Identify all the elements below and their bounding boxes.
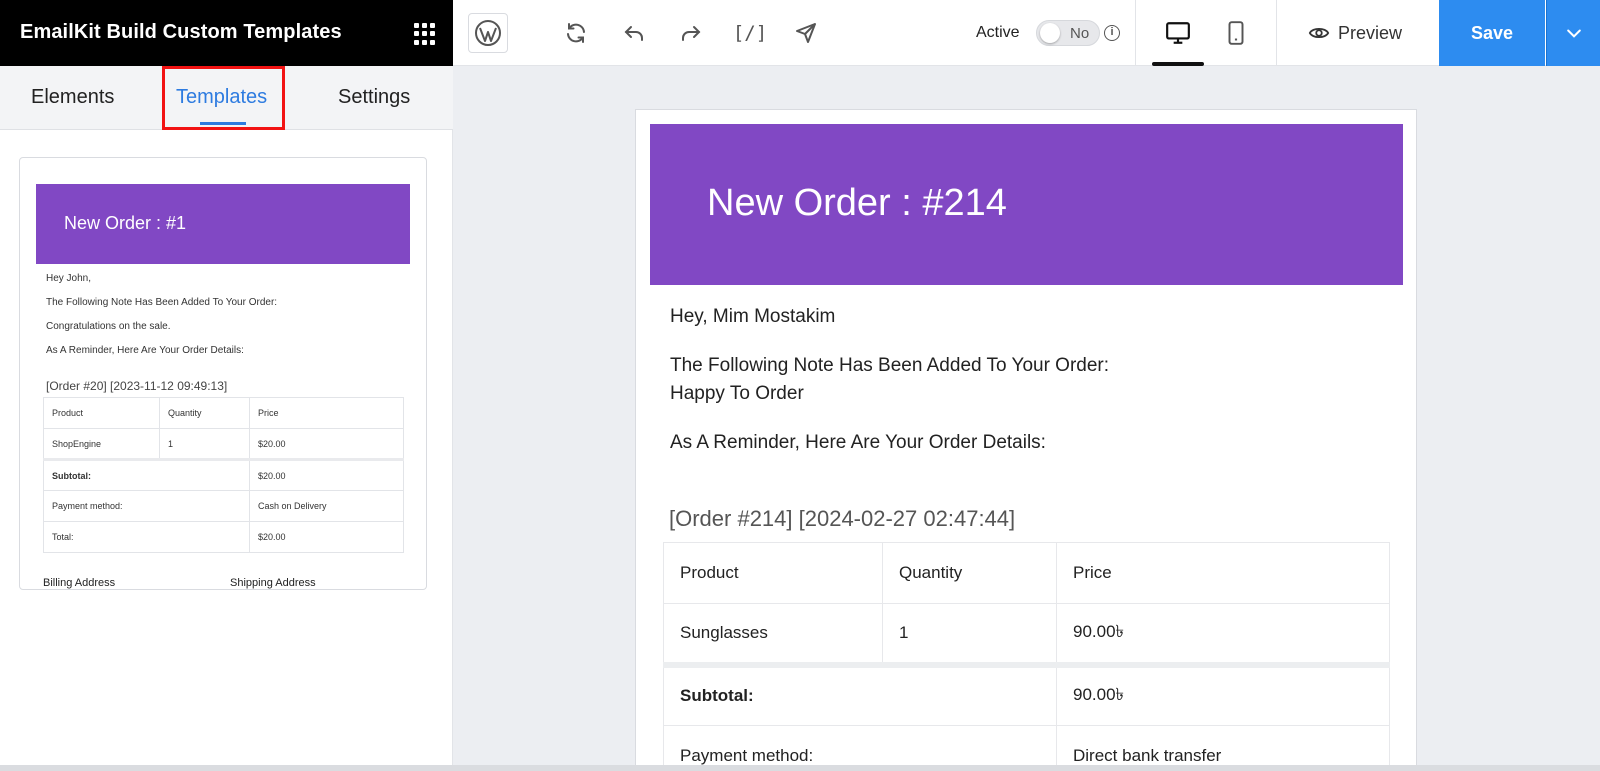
active-label: Active (976, 24, 1020, 41)
table-row: Product Quantity Price (43, 397, 404, 429)
email-title: New Order : #214 (707, 182, 1007, 224)
table-row: Total: $20.00 (43, 521, 404, 553)
template-card[interactable]: New Order : #1 Hey John, The Following N… (19, 157, 427, 590)
table-cell: $20.00 (249, 458, 404, 491)
table-cell: Subtotal: (663, 661, 1057, 726)
info-icon[interactable]: i (1104, 25, 1120, 41)
redo-button[interactable] (677, 19, 705, 47)
send-test-button[interactable] (792, 19, 820, 47)
top-toolbar: EmailKit Build Custom Templates [/] Acti… (0, 0, 1600, 66)
email-greeting: Hey, Mim Mostakim (670, 306, 836, 327)
email-reminder: As A Reminder, Here Are Your Order Detai… (670, 432, 1046, 453)
template-reminder: As A Reminder, Here Are Your Order Detai… (46, 345, 244, 356)
table-cell: Total: (43, 521, 250, 553)
table-cell: Subtotal: (43, 458, 250, 491)
table-row: Subtotal: 90.00৳ (663, 661, 1390, 726)
email-note: Happy To Order (670, 383, 804, 404)
divider (1276, 0, 1277, 66)
table-cell: 90.00৳ (1056, 661, 1390, 726)
email-note-intro: The Following Note Has Been Added To You… (670, 355, 1110, 376)
brand-bar: EmailKit Build Custom Templates (0, 0, 453, 66)
save-button[interactable]: Save (1439, 0, 1545, 66)
table-row: Sunglasses 1 90.00৳ (663, 603, 1390, 665)
email-order-line: [Order #214] [2024-02-27 02:47:44] (669, 506, 1016, 531)
table-header-cell: Quantity (882, 542, 1057, 604)
table-cell: 1 (159, 428, 250, 460)
wordpress-icon (475, 20, 501, 46)
table-header-cell: Product (663, 542, 883, 604)
code-button[interactable]: [/] (730, 19, 770, 47)
table-header-cell: Price (249, 397, 404, 429)
table-row: Product Quantity Price (663, 542, 1390, 604)
email-preview[interactable]: New Order : #214 Hey, Mim Mostakim The F… (635, 109, 1417, 771)
mobile-view-button[interactable] (1219, 16, 1253, 50)
wordpress-button[interactable] (468, 13, 508, 53)
template-order-line: [Order #20] [2023-11-12 09:49:13] (46, 379, 228, 393)
template-note: Congratulations on the sale. (46, 321, 171, 332)
eye-icon (1308, 27, 1330, 39)
table-cell: ShopEngine (43, 428, 160, 460)
sidebar-tabs: Elements Templates Settings (0, 66, 453, 130)
table-row: Subtotal: $20.00 (43, 458, 404, 491)
horizontal-scrollbar[interactable] (0, 765, 1600, 771)
tab-highlight-box (162, 66, 285, 130)
save-options-button[interactable] (1546, 0, 1600, 66)
table-header-cell: Price (1056, 542, 1390, 604)
divider (1135, 0, 1136, 66)
redo-icon (682, 26, 701, 41)
refresh-button[interactable] (562, 19, 590, 47)
grid-icon[interactable] (414, 23, 436, 45)
undo-icon (624, 26, 643, 41)
refresh-icon (567, 23, 585, 43)
mobile-icon (1228, 21, 1244, 45)
active-toggle[interactable]: No (1036, 20, 1100, 46)
template-greeting: Hey John, (46, 273, 92, 284)
toggle-knob (1040, 23, 1060, 43)
table-cell: Cash on Delivery (249, 490, 404, 522)
chevron-down-icon (1566, 29, 1581, 38)
desktop-icon (1166, 22, 1190, 44)
table-header-cell: Product (43, 397, 160, 429)
table-row: Payment method: Cash on Delivery (43, 490, 404, 522)
table-row: ShopEngine 1 $20.00 (43, 428, 404, 460)
table-cell: $20.00 (249, 521, 404, 553)
template-header: New Order : #1 (36, 184, 410, 264)
app-title: EmailKit Build Custom Templates (20, 21, 342, 43)
sidebar: Elements Templates Settings New Order : … (0, 66, 453, 771)
preview-button[interactable]: Preview (1308, 20, 1402, 46)
send-icon (796, 23, 816, 43)
template-title: New Order : #1 (64, 213, 187, 233)
toggle-value: No (1070, 25, 1090, 42)
undo-button[interactable] (620, 19, 648, 47)
email-order-table: Product Quantity Price Sunglasses 1 90.0… (663, 542, 1390, 771)
desktop-view-button[interactable] (1161, 16, 1195, 50)
table-cell: 1 (882, 603, 1057, 665)
table-cell: Sunglasses (663, 603, 883, 665)
template-order-table: Product Quantity Price ShopEngine 1 $20.… (43, 397, 404, 553)
template-shipping-label: Shipping Address (230, 577, 316, 589)
table-cell: $20.00 (249, 428, 404, 460)
template-note-intro: The Following Note Has Been Added To You… (46, 297, 278, 308)
tab-settings[interactable]: Settings (338, 86, 410, 109)
tab-elements[interactable]: Elements (31, 86, 114, 109)
email-header[interactable]: New Order : #214 (650, 124, 1403, 285)
editor-canvas: New Order : #214 Hey, Mim Mostakim The F… (453, 66, 1600, 771)
template-billing-label: Billing Address (43, 577, 116, 589)
table-cell: Payment method: (43, 490, 250, 522)
preview-label: Preview (1338, 22, 1403, 43)
table-header-cell: Quantity (159, 397, 250, 429)
table-cell: 90.00৳ (1056, 603, 1390, 665)
